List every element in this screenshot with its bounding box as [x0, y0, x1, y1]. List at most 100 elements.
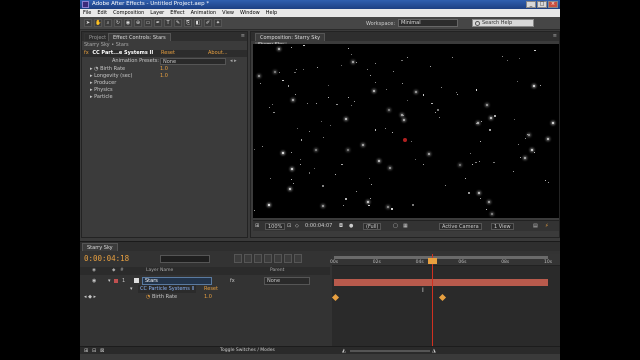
- menu-window[interactable]: Window: [240, 10, 260, 16]
- draft-3d-icon[interactable]: [244, 254, 252, 263]
- comp-mini-flowchart-icon[interactable]: [234, 254, 242, 263]
- layer-name[interactable]: Stars: [142, 277, 212, 285]
- stopwatch-icon[interactable]: ◔: [146, 293, 150, 301]
- frame-blending-icon[interactable]: [264, 254, 272, 263]
- composition-viewer[interactable]: [253, 44, 559, 218]
- longevity-value[interactable]: 1.0: [160, 73, 168, 80]
- search-help-input[interactable]: Search Help: [472, 19, 534, 27]
- graph-editor-icon[interactable]: [294, 254, 302, 263]
- close-button[interactable]: ×: [548, 1, 558, 8]
- in-out-icon[interactable]: ⊠: [100, 348, 104, 354]
- expand-arrow-icon[interactable]: ▸: [90, 87, 93, 93]
- layer-duration-bar[interactable]: [334, 279, 548, 286]
- puppet-tool-icon[interactable]: ✦: [214, 19, 222, 27]
- expand-arrow-icon[interactable]: ▸: [90, 80, 93, 86]
- menu-layer[interactable]: Layer: [150, 10, 164, 16]
- expand-arrow-icon[interactable]: ▾: [108, 277, 111, 285]
- region-of-interest-icon[interactable]: ▢: [393, 223, 398, 230]
- time-ruler[interactable]: 00s 02s 04s 06s 08s 10s: [330, 254, 560, 266]
- camera-tool-icon[interactable]: ◉: [124, 19, 132, 27]
- views-select[interactable]: 1 View: [491, 223, 514, 230]
- menu-animation[interactable]: Animation: [191, 10, 217, 16]
- roto-brush-tool-icon[interactable]: ✐: [204, 19, 212, 27]
- preset-nav-arrows-icon[interactable]: ◂ ▸: [230, 58, 237, 65]
- brainstorm-icon[interactable]: [284, 254, 292, 263]
- always-preview-icon[interactable]: ⊞: [255, 223, 259, 230]
- menu-edit[interactable]: Edit: [97, 10, 107, 16]
- layer-switches-icon[interactable]: ⊞: [84, 348, 88, 354]
- expand-arrow-icon[interactable]: ▸: [90, 94, 93, 100]
- toggle-pixel-aspect-icon[interactable]: ▤: [533, 223, 538, 230]
- keyframe-marker[interactable]: [331, 293, 340, 302]
- snapshot-icon[interactable]: ◘: [339, 223, 343, 230]
- producer-point-marker[interactable]: [403, 138, 407, 142]
- camera-select[interactable]: Active Camera: [439, 223, 482, 230]
- safe-zones-icon[interactable]: ⊡: [287, 223, 291, 230]
- eraser-tool-icon[interactable]: ◧: [194, 19, 202, 27]
- property-value[interactable]: 1.0: [204, 293, 212, 301]
- pen-tool-icon[interactable]: ✒: [154, 19, 162, 27]
- keyframe-navigator-icon[interactable]: ◂ ◆ ▸: [84, 293, 96, 301]
- layer-row[interactable]: ◉ ▾ 1 Stars fx None: [80, 277, 330, 285]
- keyframe-marker[interactable]: [438, 293, 447, 302]
- panel-menu-icon[interactable]: ≡: [241, 33, 245, 39]
- stopwatch-icon[interactable]: ◔: [94, 66, 98, 72]
- expand-arrow-icon[interactable]: ▸: [90, 66, 93, 72]
- effect-reset-button[interactable]: Reset: [161, 50, 175, 57]
- expand-arrow-icon[interactable]: ▸: [90, 73, 93, 79]
- property-particle[interactable]: ▸ Particle: [90, 94, 113, 101]
- fx-switch-icon[interactable]: fx: [230, 277, 235, 285]
- mask-visibility-icon[interactable]: ◇: [295, 223, 299, 230]
- effect-reset[interactable]: Reset: [204, 285, 218, 293]
- expand-arrow-icon[interactable]: ▾: [130, 285, 133, 293]
- rotate-tool-icon[interactable]: ↻: [114, 19, 122, 27]
- panel-menu-icon[interactable]: ≡: [553, 33, 557, 39]
- mask-tool-icon[interactable]: ▭: [144, 19, 152, 27]
- current-time-indicator[interactable]: [432, 254, 434, 354]
- work-area-bar[interactable]: [334, 256, 548, 259]
- tab-composition[interactable]: Composition: Starry Sky: [255, 33, 326, 41]
- menu-file[interactable]: File: [83, 10, 91, 16]
- menu-effect[interactable]: Effect: [170, 10, 184, 16]
- property-physics[interactable]: ▸ Physics: [90, 87, 113, 94]
- pan-behind-tool-icon[interactable]: ⊕: [134, 19, 142, 27]
- type-tool-icon[interactable]: T: [164, 19, 172, 27]
- property-longevity[interactable]: ▸ Longevity (sec): [90, 73, 132, 80]
- zoom-select[interactable]: 100%: [265, 223, 286, 230]
- maximize-button[interactable]: □: [537, 1, 547, 8]
- menu-help[interactable]: Help: [266, 10, 277, 16]
- current-time-display[interactable]: 0:00:04:07: [305, 223, 332, 230]
- zoom-in-icon[interactable]: ◮: [432, 348, 436, 354]
- property-producer[interactable]: ▸ Producer: [90, 80, 116, 87]
- current-time-indicator-head[interactable]: [428, 258, 438, 264]
- zoom-out-icon[interactable]: ◭: [342, 348, 346, 354]
- motion-blur-icon[interactable]: [274, 254, 282, 263]
- selection-tool-icon[interactable]: ➤: [84, 19, 92, 27]
- menu-view[interactable]: View: [222, 10, 234, 16]
- clone-stamp-tool-icon[interactable]: ⎘: [184, 19, 192, 27]
- minimize-button[interactable]: _: [526, 1, 536, 8]
- time-graph[interactable]: 00s 02s 04s 06s 08s 10s I: [330, 254, 560, 354]
- birth-rate-value[interactable]: 1.0: [160, 66, 168, 73]
- visibility-icon[interactable]: ◉: [92, 277, 96, 285]
- resolution-select[interactable]: (Full): [363, 223, 382, 230]
- zoom-tool-icon[interactable]: ⌕: [104, 19, 112, 27]
- parent-select[interactable]: None: [264, 277, 310, 285]
- transfer-controls-icon[interactable]: ⊟: [92, 348, 96, 354]
- timeline-search-input[interactable]: [160, 255, 210, 263]
- effect-header-row[interactable]: fx CC Part...e Systems II Reset About...: [82, 50, 247, 57]
- tab-timeline-starry-sky[interactable]: Starry Sky: [82, 243, 118, 251]
- show-channel-icon[interactable]: ●: [349, 223, 353, 230]
- brush-tool-icon[interactable]: ✎: [174, 19, 182, 27]
- hand-tool-icon[interactable]: ✋: [94, 19, 102, 27]
- effect-name[interactable]: CC Particle Systems II: [138, 285, 197, 293]
- hide-shy-layers-icon[interactable]: [254, 254, 262, 263]
- property-birth-rate[interactable]: ▸ ◔ Birth Rate: [90, 66, 125, 73]
- tab-effect-controls[interactable]: Effect Controls: Stars: [108, 33, 171, 41]
- effect-about-button[interactable]: About...: [208, 50, 228, 57]
- label-color-swatch[interactable]: [114, 279, 118, 283]
- menu-composition[interactable]: Composition: [113, 10, 144, 16]
- transparency-grid-icon[interactable]: ▦: [403, 223, 408, 230]
- zoom-slider[interactable]: [350, 350, 430, 352]
- fast-previews-icon[interactable]: ⚡: [545, 223, 549, 230]
